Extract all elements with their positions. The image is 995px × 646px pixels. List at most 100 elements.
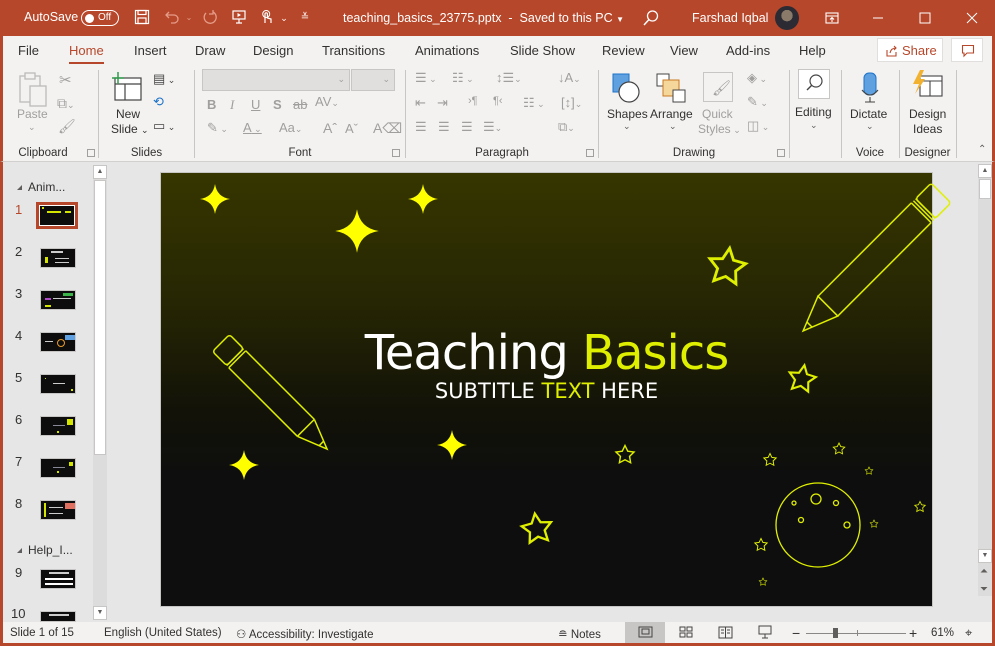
slide-thumbnail-3[interactable] xyxy=(40,290,76,310)
ribbon-display-options-icon[interactable] xyxy=(822,8,842,28)
design-ideas-label-2[interactable]: Ideas xyxy=(913,122,942,136)
avatar[interactable] xyxy=(775,6,799,30)
tab-transitions[interactable]: Transitions xyxy=(322,43,385,58)
shape-fill-icon[interactable]: ◈ ⌄ xyxy=(747,70,767,86)
arrange-label[interactable]: Arrange xyxy=(650,107,693,121)
layout-icon[interactable]: ▤ ⌄ xyxy=(153,71,175,87)
tab-slide-show[interactable]: Slide Show xyxy=(510,43,575,58)
editing-label[interactable]: Editing xyxy=(795,105,832,119)
columns-icon[interactable]: ☷ ⌄ xyxy=(523,95,545,111)
previous-slide-icon[interactable]: ⏶ xyxy=(980,566,988,577)
align-right-icon[interactable]: ☰ xyxy=(461,119,473,135)
bold-icon[interactable]: B xyxy=(207,97,216,112)
scroll-down-button[interactable]: ▼ xyxy=(93,606,107,620)
minimize-icon[interactable] xyxy=(868,8,888,28)
language-indicator[interactable]: English (United States) xyxy=(104,627,222,639)
tab-view[interactable]: View xyxy=(670,43,698,58)
bullets-icon[interactable]: ☰ ⌄ xyxy=(415,70,437,86)
tab-add-ins[interactable]: Add-ins xyxy=(726,43,770,58)
decrease-font-size-icon[interactable]: Aˇ xyxy=(345,121,358,136)
thumbnail-scrollbar[interactable]: ▲ ▼ xyxy=(93,165,107,620)
dictate-dropdown-icon[interactable]: ⌄ xyxy=(866,121,874,132)
section-icon[interactable]: ▭ ⌄ xyxy=(153,118,175,134)
font-color-icon[interactable]: A ⌄ xyxy=(243,120,262,135)
microphone-icon[interactable] xyxy=(859,72,881,104)
slide-scrollbar[interactable]: ▲ ▼ xyxy=(978,164,992,596)
strikethrough-icon[interactable]: ab xyxy=(293,97,307,112)
shapes-dropdown-icon[interactable]: ⌄ xyxy=(623,121,631,132)
clear-formatting-icon[interactable]: A⌫ xyxy=(373,120,402,137)
user-name[interactable]: Farshad Iqbal xyxy=(692,11,768,25)
quick-styles-button[interactable]: 🖌︎ xyxy=(703,72,733,102)
align-text-icon[interactable]: [↕]⌄ xyxy=(561,95,582,110)
increase-indent-icon[interactable]: ⇥ xyxy=(437,95,448,111)
scrollbar-thumb[interactable] xyxy=(979,179,991,199)
fit-to-window-icon[interactable]: ⌖ xyxy=(965,625,972,641)
font-size-combo[interactable]: ⌄ xyxy=(351,69,395,91)
scroll-down-button[interactable]: ▼ xyxy=(978,549,992,563)
cut-icon[interactable]: ✂ xyxy=(59,71,72,89)
share-button[interactable]: Share xyxy=(877,38,943,62)
new-slide-label-1[interactable]: New xyxy=(116,107,140,121)
zoom-slider[interactable] xyxy=(806,633,906,634)
present-from-beginning-icon[interactable] xyxy=(230,9,248,27)
zoom-in-button[interactable]: + xyxy=(909,625,917,641)
tab-home[interactable]: Home xyxy=(69,43,104,58)
font-dialog-launcher[interactable] xyxy=(392,149,400,157)
character-spacing-icon[interactable]: AV⌄ xyxy=(315,94,339,109)
touch-dropdown-icon[interactable]: ⌄ xyxy=(275,9,293,27)
paste-dropdown-icon[interactable]: ⌄ xyxy=(28,122,36,133)
slide-thumbnail-8[interactable] xyxy=(40,500,76,520)
editing-dropdown-icon[interactable]: ⌄ xyxy=(810,120,818,131)
paragraph-dialog-launcher[interactable] xyxy=(586,149,594,157)
copy-icon[interactable]: ⧉⌄ xyxy=(57,95,75,112)
zoom-out-button[interactable]: − xyxy=(792,625,800,641)
arrange-dropdown-icon[interactable]: ⌄ xyxy=(669,121,677,132)
close-icon[interactable] xyxy=(962,8,982,28)
decrease-indent-icon[interactable]: ⇤ xyxy=(415,95,426,111)
ltr-icon[interactable]: ›¶ xyxy=(468,95,478,107)
font-name-combo[interactable]: ⌄ xyxy=(202,69,350,91)
center-icon[interactable]: ☰ xyxy=(438,119,450,135)
tab-review[interactable]: Review xyxy=(602,43,645,58)
tab-animations[interactable]: Animations xyxy=(415,43,479,58)
zoom-level[interactable]: 61% xyxy=(931,627,954,639)
save-icon[interactable] xyxy=(133,9,151,27)
undo-icon[interactable] xyxy=(163,9,181,27)
maximize-icon[interactable] xyxy=(915,8,935,28)
smartart-icon[interactable]: ⧉⌄ xyxy=(558,119,575,135)
save-status-dropdown-icon[interactable]: ▼ xyxy=(616,15,624,24)
undo-dropdown-icon[interactable]: ⌄ xyxy=(180,9,198,27)
line-spacing-icon[interactable]: ↕☰⌄ xyxy=(496,70,522,86)
paste-button[interactable] xyxy=(18,72,50,112)
slide-subtitle[interactable]: SUBTITLE TEXT HERE xyxy=(161,379,932,403)
slide-thumbnail-5[interactable] xyxy=(40,374,76,394)
drawing-dialog-launcher[interactable] xyxy=(777,149,785,157)
new-slide-button[interactable] xyxy=(111,72,143,104)
scrollbar-thumb[interactable] xyxy=(94,180,106,455)
numbering-icon[interactable]: ☷ ⌄ xyxy=(452,70,474,86)
slide-thumbnail-10[interactable] xyxy=(40,611,76,622)
slide-thumbnail-1[interactable] xyxy=(36,202,78,229)
change-case-icon[interactable]: Aa⌄ xyxy=(279,120,302,135)
autosave-toggle[interactable]: Off xyxy=(81,10,119,26)
highlight-color-icon[interactable]: ✎ ⌄ xyxy=(207,120,228,136)
slideshow-view-button[interactable] xyxy=(745,622,785,643)
scroll-up-button[interactable]: ▲ xyxy=(978,164,992,178)
format-painter-icon[interactable]: 🖌︎ xyxy=(58,118,76,135)
quick-styles-label-2[interactable]: Styles ⌄ xyxy=(698,122,741,136)
customize-qat-icon[interactable]: ≚ xyxy=(296,9,314,27)
scroll-up-button[interactable]: ▲ xyxy=(93,165,107,179)
section-header[interactable]: Anim... xyxy=(17,180,65,194)
search-icon[interactable] xyxy=(642,9,660,30)
shapes-label[interactable]: Shapes xyxy=(607,107,648,121)
justify-icon[interactable]: ☰⌄ xyxy=(483,119,502,135)
italic-icon[interactable]: I xyxy=(230,97,234,113)
tab-draw[interactable]: Draw xyxy=(195,43,225,58)
reset-slide-icon[interactable]: ⟲ xyxy=(153,94,164,110)
slide-thumbnail-2[interactable] xyxy=(40,248,76,268)
shape-effects-icon[interactable]: ◫ ⌄ xyxy=(747,118,769,134)
text-shadow-icon[interactable]: S xyxy=(273,97,282,112)
accessibility-checker[interactable]: ⚇ Accessibility: Investigate xyxy=(236,627,374,641)
comments-button[interactable] xyxy=(951,38,983,62)
